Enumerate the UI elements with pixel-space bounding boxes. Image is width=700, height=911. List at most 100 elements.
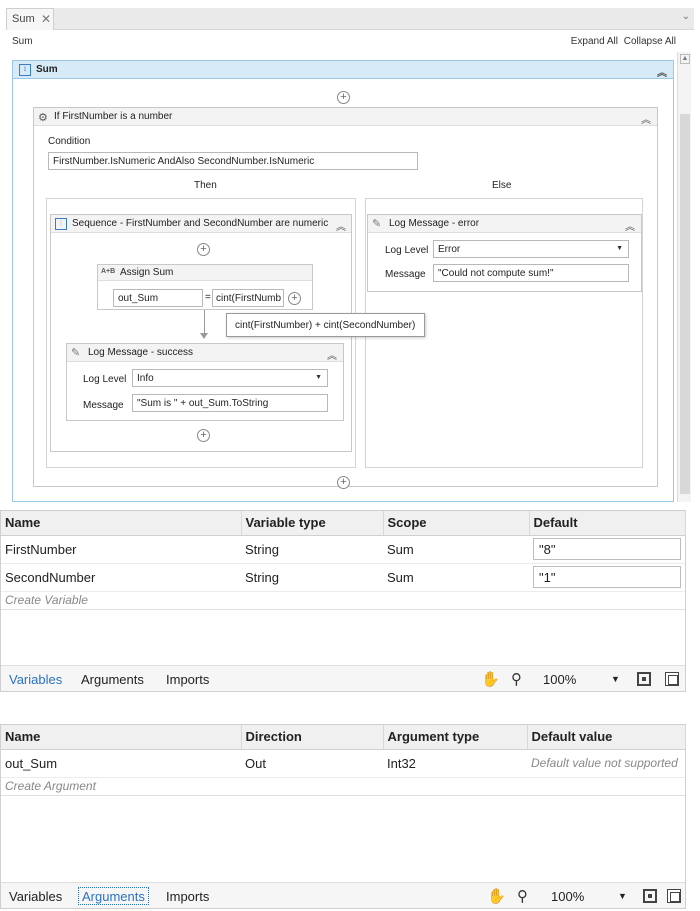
document-tab-label: Sum xyxy=(12,13,35,25)
log-message-icon: ✎ xyxy=(372,218,382,230)
message-label: Message xyxy=(385,269,426,280)
if-activity-title: If FirstNumber is a number xyxy=(54,111,173,122)
add-activity-icon[interactable]: + xyxy=(337,476,350,489)
column-header-scope[interactable]: Scope xyxy=(383,511,530,536)
log-level-select[interactable]: Info ▼ xyxy=(132,369,328,387)
workflow-designer: Sum ✕ ⌄ Sum Expand All Collapse All ▲ ⋮ … xyxy=(0,0,700,505)
assign-to-field[interactable]: out_Sum xyxy=(113,289,203,307)
assign-header[interactable]: A+B Assign Sum xyxy=(98,265,312,281)
arguments-bottom-bar: Variables Arguments Imports ✋ ⚲ 100% ▼ xyxy=(1,882,685,908)
tab-variables[interactable]: Variables xyxy=(9,672,62,687)
scrollbar-thumb[interactable] xyxy=(680,114,690,494)
create-argument-link[interactable]: Create Argument xyxy=(1,777,685,796)
collapse-icon[interactable]: ︽ xyxy=(625,218,635,233)
variable-name-cell[interactable]: FirstNumber xyxy=(1,535,241,564)
message-field[interactable]: "Could not compute sum!" xyxy=(433,264,629,282)
zoom-dropdown-icon[interactable]: ▼ xyxy=(618,891,627,901)
search-icon[interactable]: ⚲ xyxy=(517,887,528,905)
if-activity[interactable]: ⚙ If FirstNumber is a number ︽ Condition… xyxy=(33,107,658,487)
column-header-default-value[interactable]: Default value xyxy=(527,725,686,750)
chevron-down-icon[interactable]: ⌄ xyxy=(682,11,690,22)
argument-direction-cell[interactable]: Out xyxy=(241,749,383,778)
zoom-level[interactable]: 100% xyxy=(543,672,576,687)
variable-default-cell[interactable]: "1" xyxy=(529,563,685,592)
log-message-error[interactable]: ✎ Log Message - error ︽ Log Level Error … xyxy=(367,214,642,292)
table-row[interactable]: SecondNumber String Sum "1" xyxy=(1,563,685,592)
zoom-dropdown-icon[interactable]: ▼ xyxy=(611,674,620,684)
variable-scope-cell[interactable]: Sum xyxy=(383,535,529,564)
variable-type-cell[interactable]: String xyxy=(241,563,383,592)
close-icon[interactable]: ✕ xyxy=(41,12,51,26)
collapse-icon[interactable]: ︽ xyxy=(336,218,346,233)
column-header-argument-type[interactable]: Argument type xyxy=(383,725,528,750)
designer-scrollbar[interactable]: ▲ xyxy=(677,52,691,502)
table-row[interactable]: out_Sum Out Int32 Default value not supp… xyxy=(1,749,685,778)
sequence-numeric-header[interactable]: ⋮ Sequence - FirstNumber and SecondNumbe… xyxy=(51,215,351,233)
add-activity-icon[interactable]: + xyxy=(197,429,210,442)
variable-default-value[interactable]: "8" xyxy=(533,538,681,560)
message-field[interactable]: "Sum is " + out_Sum.ToString xyxy=(132,394,328,412)
connector-arrow xyxy=(200,333,208,339)
tab-imports[interactable]: Imports xyxy=(166,672,209,687)
fit-screen-icon[interactable] xyxy=(637,672,651,686)
log-success-header[interactable]: ✎ Log Message - success ︽ xyxy=(67,344,343,362)
scroll-up-icon[interactable]: ▲ xyxy=(680,54,690,64)
document-tabstrip: Sum ✕ ⌄ xyxy=(6,8,694,30)
argument-default-cell: Default value not supported xyxy=(527,749,685,778)
message-label: Message xyxy=(83,400,124,411)
add-activity-icon[interactable]: + xyxy=(197,243,210,256)
column-header-direction[interactable]: Direction xyxy=(241,725,384,750)
column-header-default[interactable]: Default xyxy=(529,511,686,536)
variable-scope-cell[interactable]: Sum xyxy=(383,563,529,592)
collapse-icon[interactable]: ︽ xyxy=(657,64,667,79)
table-row[interactable]: FirstNumber String Sum "8" xyxy=(1,535,685,564)
breadcrumb-bar: Sum Expand All Collapse All xyxy=(6,32,678,52)
create-variable-row[interactable]: Create Variable xyxy=(1,591,685,610)
column-header-variable-type[interactable]: Variable type xyxy=(241,511,384,536)
assign-value-field[interactable]: cint(FirstNumb xyxy=(212,289,284,307)
tab-arguments[interactable]: Arguments xyxy=(78,887,149,905)
create-argument-row[interactable]: Create Argument xyxy=(1,777,685,796)
tab-variables[interactable]: Variables xyxy=(9,889,62,904)
argument-name-cell[interactable]: out_Sum xyxy=(1,749,241,778)
column-header-name[interactable]: Name xyxy=(1,511,242,536)
variable-type-cell[interactable]: String xyxy=(241,535,383,564)
zoom-level[interactable]: 100% xyxy=(551,889,584,904)
expand-all-link[interactable]: Expand All xyxy=(571,36,618,47)
log-level-select[interactable]: Error ▼ xyxy=(433,240,629,258)
add-activity-icon[interactable]: + xyxy=(288,292,301,305)
hand-icon[interactable]: ✋ xyxy=(481,670,500,688)
condition-input[interactable]: FirstNumber.IsNumeric AndAlso SecondNumb… xyxy=(48,152,418,170)
log-error-header[interactable]: ✎ Log Message - error ︽ xyxy=(368,215,641,233)
argument-type-cell[interactable]: Int32 xyxy=(383,749,527,778)
add-activity-icon[interactable]: + xyxy=(337,91,350,104)
fit-screen-icon[interactable] xyxy=(643,889,657,903)
search-icon[interactable]: ⚲ xyxy=(511,670,522,688)
sequence-sum-header[interactable]: ⋮ Sum ︽ xyxy=(13,61,673,79)
sequence-sum[interactable]: ⋮ Sum ︽ + ⚙ If FirstNumber is a number ︽… xyxy=(12,60,674,502)
collapse-icon[interactable]: ︽ xyxy=(327,347,337,362)
variables-header-row: Name Variable type Scope Default xyxy=(1,511,686,536)
collapse-icon[interactable]: ︽ xyxy=(641,111,651,126)
column-header-name[interactable]: Name xyxy=(1,725,242,750)
tab-arguments[interactable]: Arguments xyxy=(81,672,144,687)
variable-name-cell[interactable]: SecondNumber xyxy=(1,563,241,592)
assign-activity[interactable]: A+B Assign Sum out_Sum = cint(FirstNumb … xyxy=(97,264,313,310)
log-success-title: Log Message - success xyxy=(88,347,194,358)
hand-icon[interactable]: ✋ xyxy=(487,887,506,905)
collapse-all-link[interactable]: Collapse All xyxy=(624,36,676,47)
tab-imports[interactable]: Imports xyxy=(166,889,209,904)
breadcrumb[interactable]: Sum xyxy=(12,36,33,47)
document-tab-sum[interactable]: Sum ✕ xyxy=(6,8,54,30)
overview-icon[interactable] xyxy=(667,889,681,903)
variable-default-cell[interactable]: "8" xyxy=(529,535,685,564)
variable-default-value[interactable]: "1" xyxy=(533,566,681,588)
if-activity-header[interactable]: ⚙ If FirstNumber is a number ︽ xyxy=(34,108,657,126)
sequence-numeric-title: Sequence - FirstNumber and SecondNumber … xyxy=(72,218,329,229)
variables-grid: Name Variable type Scope Default FirstNu… xyxy=(1,511,686,610)
log-message-success[interactable]: ✎ Log Message - success ︽ Log Level Info… xyxy=(66,343,344,421)
dropdown-caret-icon: ▼ xyxy=(315,374,322,381)
create-variable-link[interactable]: Create Variable xyxy=(1,591,685,610)
log-message-icon: ✎ xyxy=(71,347,81,359)
overview-icon[interactable] xyxy=(665,672,679,686)
